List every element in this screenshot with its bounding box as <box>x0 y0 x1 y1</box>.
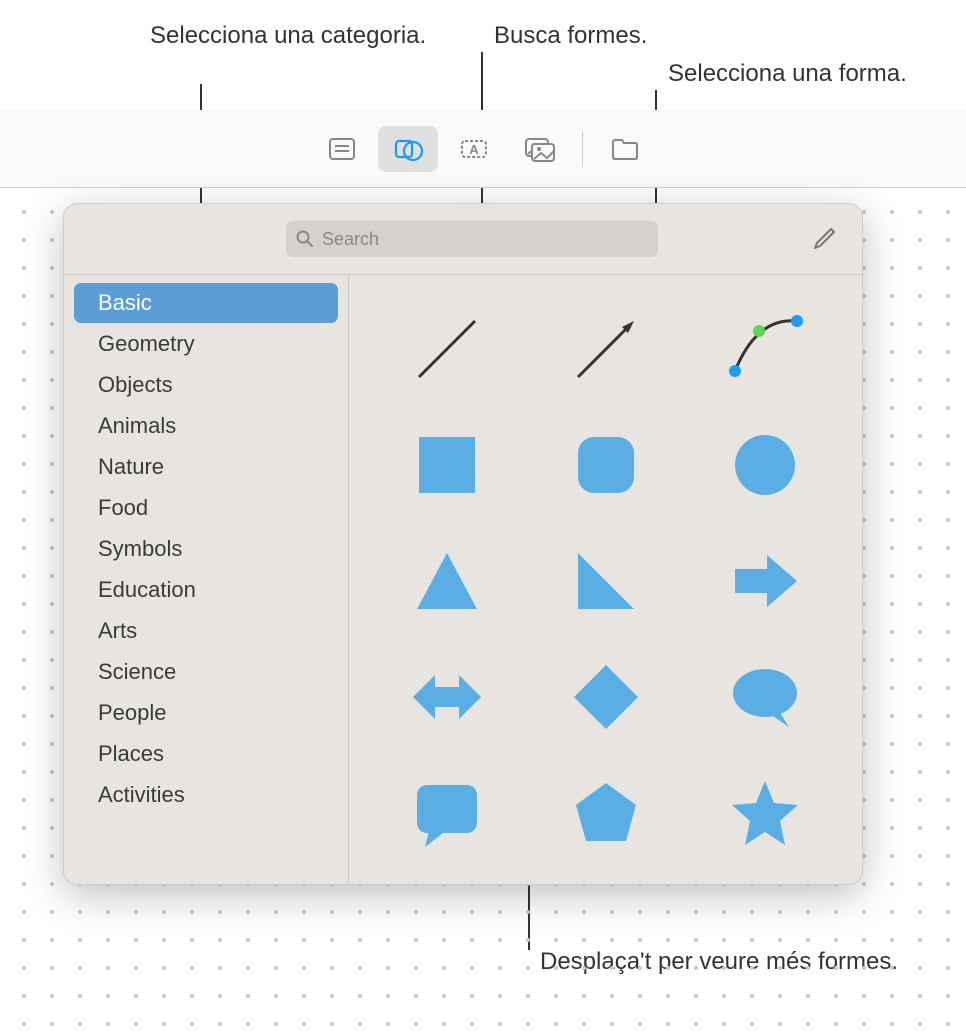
popover-arrow <box>460 203 488 206</box>
category-list[interactable]: Basic Geometry Objects Animals Nature Fo… <box>64 275 349 884</box>
category-item-animals[interactable]: Animals <box>74 406 338 446</box>
category-item-activities[interactable]: Activities <box>74 775 338 815</box>
shapes-popover: Basic Geometry Objects Animals Nature Fo… <box>63 203 863 885</box>
search-icon <box>296 230 314 248</box>
popover-header <box>64 204 862 274</box>
draw-pen-button[interactable] <box>806 221 842 257</box>
category-item-people[interactable]: People <box>74 693 338 733</box>
shape-star[interactable] <box>695 757 834 869</box>
category-item-objects[interactable]: Objects <box>74 365 338 405</box>
textbox-icon: A <box>458 134 490 164</box>
toolbar-textbox-button[interactable]: A <box>444 126 504 172</box>
svg-text:A: A <box>469 142 479 157</box>
shape-square[interactable] <box>377 409 516 521</box>
shape-triangle[interactable] <box>377 525 516 637</box>
callout-select-category: Selecciona una categoria. <box>150 20 426 51</box>
pen-icon <box>811 226 837 252</box>
shape-line[interactable] <box>377 293 516 405</box>
category-item-science[interactable]: Science <box>74 652 338 692</box>
search-input[interactable] <box>322 229 648 250</box>
shape-diamond[interactable] <box>536 641 675 753</box>
toolbar-separator <box>582 131 583 167</box>
shape-speech-bubble-rect[interactable] <box>377 757 516 869</box>
shape-speech-bubble-oval[interactable] <box>695 641 834 753</box>
shape-arrow-bidirectional[interactable] <box>377 641 516 753</box>
shapes-grid[interactable] <box>349 275 862 884</box>
shape-circle[interactable] <box>695 409 834 521</box>
popover-body: Basic Geometry Objects Animals Nature Fo… <box>64 274 862 884</box>
category-item-food[interactable]: Food <box>74 488 338 528</box>
category-item-places[interactable]: Places <box>74 734 338 774</box>
category-item-nature[interactable]: Nature <box>74 447 338 487</box>
callout-select-shape: Selecciona una forma. <box>668 58 907 89</box>
category-item-basic[interactable]: Basic <box>74 283 338 323</box>
shape-curve[interactable] <box>695 293 834 405</box>
toolbar-media-button[interactable] <box>510 126 570 172</box>
media-icon <box>523 134 557 164</box>
shape-arrow-right[interactable] <box>695 525 834 637</box>
toolbar-shapes-button[interactable] <box>378 126 438 172</box>
shape-arrow-line[interactable] <box>536 293 675 405</box>
toolbar-folder-button[interactable] <box>595 126 655 172</box>
shape-rounded-square[interactable] <box>536 409 675 521</box>
category-item-geometry[interactable]: Geometry <box>74 324 338 364</box>
shape-right-triangle[interactable] <box>536 525 675 637</box>
shapes-icon <box>392 133 424 165</box>
toolbar-textstyle-button[interactable] <box>312 126 372 172</box>
callout-search-shapes: Busca formes. <box>494 20 647 51</box>
category-item-education[interactable]: Education <box>74 570 338 610</box>
search-box[interactable] <box>286 221 658 257</box>
shape-pentagon[interactable] <box>536 757 675 869</box>
category-item-symbols[interactable]: Symbols <box>74 529 338 569</box>
folder-icon <box>609 134 641 164</box>
toolbar: A <box>0 110 966 188</box>
text-lines-icon <box>327 134 357 164</box>
category-item-arts[interactable]: Arts <box>74 611 338 651</box>
